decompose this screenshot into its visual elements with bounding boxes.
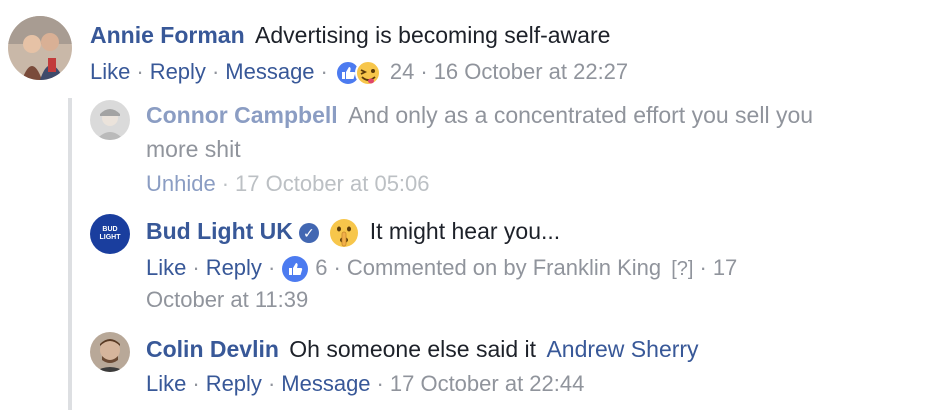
commented-on-by: Commented on by Franklin King bbox=[346, 255, 662, 280]
like-link[interactable]: Like bbox=[146, 255, 186, 280]
avatar-annie[interactable] bbox=[8, 16, 72, 80]
timestamp-part1[interactable]: 17 bbox=[713, 255, 737, 280]
avatar-budlight[interactable]: BUD LIGHT bbox=[90, 214, 130, 254]
message-link[interactable]: Message bbox=[225, 59, 314, 84]
comment-annie: Annie Forman Advertising is becoming sel… bbox=[90, 18, 610, 52]
comment-colin: Colin Devlin Oh someone else said it And… bbox=[146, 332, 699, 366]
comment-text: Advertising is becoming self-aware bbox=[255, 22, 611, 48]
reactions-icon[interactable] bbox=[334, 59, 390, 87]
unhide-link[interactable]: Unhide bbox=[146, 171, 216, 196]
author-name[interactable]: Connor Campbell bbox=[146, 102, 338, 128]
timestamp[interactable]: 17 October at 22:44 bbox=[390, 371, 584, 396]
comment-text: It might hear you... bbox=[369, 218, 561, 244]
comment-text-continued: more shit bbox=[146, 136, 241, 162]
thread-line bbox=[68, 98, 72, 410]
author-name[interactable]: Annie Forman bbox=[90, 22, 245, 48]
like-link[interactable]: Like bbox=[90, 59, 130, 84]
actions-budlight: Like · Reply · 6 · Commented on by Franklin K… bbox=[146, 252, 737, 285]
timestamp[interactable]: 17 October at 05:06 bbox=[235, 171, 429, 196]
comment-text: Oh someone else said it bbox=[289, 336, 537, 362]
brand-logo-text: BUD LIGHT bbox=[99, 226, 121, 241]
like-link[interactable]: Like bbox=[146, 371, 186, 396]
mention-link[interactable]: Andrew Sherry bbox=[546, 336, 698, 362]
reply-link[interactable]: Reply bbox=[206, 255, 262, 280]
reply-link[interactable]: Reply bbox=[206, 371, 262, 396]
avatar-colin[interactable] bbox=[90, 332, 130, 372]
timestamp-part2[interactable]: October at 11:39 bbox=[146, 284, 308, 316]
help-link[interactable]: [?] bbox=[671, 258, 693, 280]
actions-colin: Like · Reply · Message · 17 October at 22:44 bbox=[146, 371, 585, 396]
avatar-connor[interactable] bbox=[90, 100, 130, 140]
reaction-count[interactable]: 24 bbox=[390, 59, 414, 84]
reaction-count[interactable]: 6 bbox=[315, 255, 327, 280]
actions-connor: Unhide · 17 October at 05:06 bbox=[146, 171, 430, 196]
timestamp[interactable]: 16 October at 22:27 bbox=[434, 59, 628, 84]
reply-link[interactable]: Reply bbox=[150, 59, 206, 84]
comment-text: And only as a concentrated effort you se… bbox=[348, 102, 814, 128]
verified-badge-icon: ✓ bbox=[298, 222, 319, 243]
author-name[interactable]: Bud Light UK bbox=[146, 218, 293, 244]
shushing-face-icon bbox=[329, 218, 359, 248]
actions-annie: Like · Reply · Message · 24 · 16 October at 22:… bbox=[90, 56, 628, 88]
message-link[interactable]: Message bbox=[281, 371, 370, 396]
author-name[interactable]: Colin Devlin bbox=[146, 336, 279, 362]
comment-budlight: Bud Light UK ✓ It might hear you... bbox=[146, 214, 560, 248]
comment-connor: Connor Campbell And only as a concentrat… bbox=[146, 98, 813, 132]
like-reaction-icon[interactable] bbox=[281, 255, 309, 283]
